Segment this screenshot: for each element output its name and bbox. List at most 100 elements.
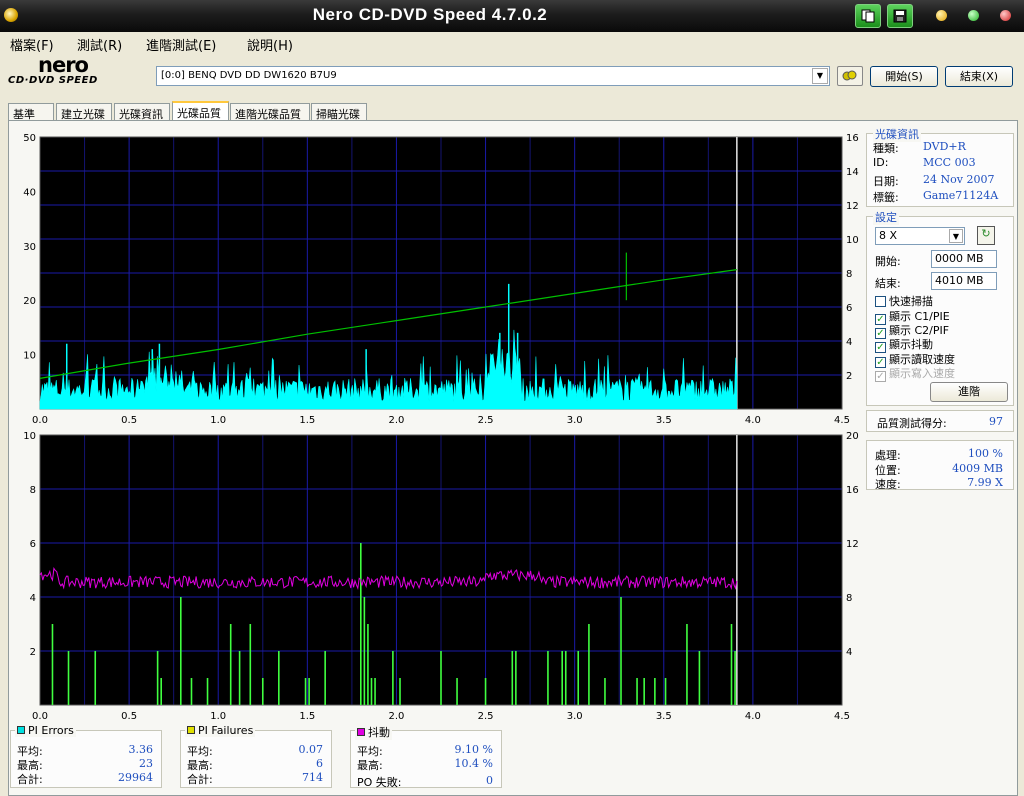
y-right-tick-label: 4 xyxy=(846,337,852,348)
chevron-down-icon[interactable]: ▼ xyxy=(949,229,963,243)
x-tick-label: 4.5 xyxy=(834,415,850,426)
advanced-button[interactable]: 進階 xyxy=(930,382,1008,402)
progress-label: 處理: xyxy=(875,449,901,462)
pi-errors-stats: PI Errors 平均: 3.36 最高: 23 合計: 29964 xyxy=(10,724,162,788)
progress-value: 100 % xyxy=(968,447,1003,460)
y-left-tick-label: 4 xyxy=(30,593,36,604)
pi-failures-stats: PI Failures 平均: 0.07 最高: 6 合計: 714 xyxy=(180,724,332,788)
title-bar: Nero CD-DVD Speed 4.7.0.2 xyxy=(0,0,1024,32)
x-tick-label: 3.0 xyxy=(567,711,583,722)
x-tick-label: 1.5 xyxy=(299,415,315,426)
y-left-tick-label: 8 xyxy=(30,485,36,496)
y-right-tick-label: 8 xyxy=(846,593,852,604)
tab-benchmark[interactable]: 基準 xyxy=(8,103,54,121)
disc-date-label: 日期: xyxy=(873,175,899,188)
pi-errors-max: 23 xyxy=(139,757,153,770)
jitter-max-label: 最高: xyxy=(357,759,383,772)
eject-button[interactable] xyxy=(837,66,863,86)
progress-group: 處理: 100 % 位置: 4009 MB 速度: 7.99 X xyxy=(866,440,1014,491)
disc-type-value: DVD+R xyxy=(923,140,966,153)
y-left-tick-label: 10 xyxy=(23,351,36,362)
pi-failures-total: 714 xyxy=(302,771,323,784)
y-left-tick-label: 6 xyxy=(30,539,36,550)
disc-label-value: Game71124A xyxy=(923,189,999,202)
pi-failures-swatch xyxy=(187,726,195,734)
disc-date-value: 24 Nov 2007 xyxy=(923,173,995,186)
menu-help[interactable]: 說明(H) xyxy=(247,35,293,54)
speed-select-value: 8 X xyxy=(879,229,898,242)
quality-score-label: 品質測試得分: xyxy=(877,417,947,430)
quick-scan-checkbox[interactable]: 快速掃描 xyxy=(875,293,933,309)
pi-errors-chart: 0.0 0.5 1.0 1.5 2.0 2.5 3.0 3.5 4.0 4.5 10 20 30 40 50… xyxy=(23,133,858,426)
x-tick-label: 2.5 xyxy=(478,711,494,722)
po-failures-value: 0 xyxy=(486,774,493,787)
y-left-tick-label: 40 xyxy=(23,187,36,198)
x-tick-label: 1.0 xyxy=(210,711,226,722)
save-screenshot-button[interactable] xyxy=(887,4,913,28)
x-tick-label: 1.0 xyxy=(210,415,226,426)
start-position-label: 開始: xyxy=(875,255,901,268)
start-position-input[interactable]: 0000 MB xyxy=(931,250,997,268)
x-tick-label: 0.5 xyxy=(121,415,137,426)
tab-advanced-disc-quality[interactable]: 進階光碟品質 xyxy=(230,103,310,121)
disc-label-label: 標籤: xyxy=(873,191,899,204)
x-tick-label: 3.5 xyxy=(656,415,672,426)
quality-score-group: 品質測試得分: 97 xyxy=(866,410,1014,432)
x-tick-label: 0.0 xyxy=(32,711,48,722)
maximize-button[interactable] xyxy=(968,10,979,21)
po-failures-label: PO 失敗: xyxy=(357,776,402,789)
refresh-icon: ↻ xyxy=(981,227,991,240)
y-right-tick-label: 10 xyxy=(846,235,859,246)
tab-create-disc[interactable]: 建立光碟 xyxy=(56,103,112,121)
menu-file[interactable]: 檔案(F) xyxy=(10,35,54,54)
tab-scan-disc[interactable]: 掃瞄光碟 xyxy=(311,103,367,121)
speed-label: 速度: xyxy=(875,478,901,491)
tab-disc-info[interactable]: 光碟資訊 xyxy=(114,103,170,121)
pi-failures-max: 6 xyxy=(316,757,323,770)
menu-test[interactable]: 測試(R) xyxy=(77,35,122,54)
pi-errors-total-label: 合計: xyxy=(17,773,43,786)
menu-advanced-test[interactable]: 進階測試(E) xyxy=(146,35,216,54)
y-right-tick-label: 2 xyxy=(846,371,852,382)
x-tick-label: 0.0 xyxy=(32,415,48,426)
copy-icon xyxy=(861,9,875,23)
pi-errors-swatch xyxy=(17,726,25,734)
jitter-max: 10.4 % xyxy=(454,757,493,770)
y-left-tick-label: 50 xyxy=(23,133,36,144)
y-left-tick-label: 20 xyxy=(23,296,36,307)
x-tick-label: 3.0 xyxy=(567,415,583,426)
nero-logo: nero CD·DVD SPEED xyxy=(8,53,98,86)
x-tick-label: 4.0 xyxy=(745,415,761,426)
jitter-avg: 9.10 % xyxy=(454,743,493,756)
copy-screenshot-button[interactable] xyxy=(855,4,881,28)
disc-type-label: 種類: xyxy=(873,142,899,155)
pi-failures-chart: 0.0 0.5 1.0 1.5 2.0 2.5 3.0 3.5 4.0 4.5 2 4 6 8 10 4 8 12… xyxy=(23,431,858,722)
pi-errors-title: PI Errors xyxy=(15,724,76,737)
end-position-label: 結束: xyxy=(875,277,901,290)
jitter-stats: 抖動 平均: 9.10 % 最高: 10.4 % PO 失敗: 0 xyxy=(350,724,502,789)
tab-disc-quality[interactable]: 光碟品質 xyxy=(172,101,229,122)
drive-select[interactable]: [0:0] BENQ DVD DD DW1620 B7U9 ▼ xyxy=(156,66,830,86)
speed-value: 7.99 X xyxy=(967,476,1003,489)
checkbox-box xyxy=(875,296,886,307)
y-left-tick-label: 30 xyxy=(23,242,36,253)
disc-id-label: ID: xyxy=(873,156,889,169)
check-icon: ✓ xyxy=(875,371,886,382)
exit-button[interactable]: 結束(X) xyxy=(945,66,1013,87)
y-right-tick-label: 16 xyxy=(846,133,859,144)
chevron-down-icon[interactable]: ▼ xyxy=(812,68,828,84)
y-right-tick-label: 12 xyxy=(846,201,859,212)
y-right-tick-label: 20 xyxy=(846,431,859,442)
start-button[interactable]: 開始(S) xyxy=(870,66,938,87)
close-button[interactable] xyxy=(1000,10,1011,21)
x-tick-label: 2.0 xyxy=(388,415,404,426)
y-right-tick-label: 4 xyxy=(846,647,852,658)
window-title: Nero CD-DVD Speed 4.7.0.2 xyxy=(312,5,548,24)
minimize-button[interactable] xyxy=(936,10,947,21)
eject-icon xyxy=(842,70,857,81)
speed-select[interactable]: 8 X ▼ xyxy=(875,227,965,245)
y-left-tick-label: 10 xyxy=(23,431,36,442)
end-position-input[interactable]: 4010 MB xyxy=(931,272,997,290)
y-left-tick-label: 2 xyxy=(30,647,36,658)
refresh-speed-button[interactable]: ↻ xyxy=(977,226,995,245)
